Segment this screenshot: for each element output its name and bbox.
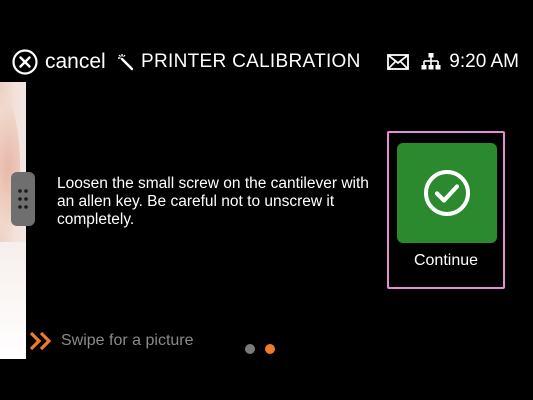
status-area: 9:20 AM: [387, 48, 519, 76]
mail-icon[interactable]: [387, 54, 410, 70]
magic-wand-icon: [117, 53, 135, 71]
continue-button[interactable]: Continue: [387, 131, 505, 289]
grip-dots-icon: [17, 187, 29, 211]
page-dot-1[interactable]: [245, 344, 255, 354]
page-indicator: [245, 343, 275, 355]
network-icon[interactable]: [421, 52, 441, 72]
page-title: PRINTER CALIBRATION: [141, 51, 361, 72]
check-circle-icon: [423, 169, 471, 217]
drag-handle[interactable]: [11, 172, 35, 226]
continue-label: Continue: [413, 252, 479, 269]
close-circle-icon: [12, 49, 38, 75]
instruction-text: Loosen the small screw on the cantilever…: [57, 175, 369, 228]
double-chevron-right-icon: [28, 330, 56, 352]
clock-time: 9:20 AM: [449, 51, 519, 72]
cancel-label: cancel: [45, 50, 106, 73]
swipe-hint[interactable]: Swipe for a picture: [28, 330, 194, 352]
picture-lower-area: [0, 242, 26, 359]
calibration-screen: cancel PRINTER CALIBRATION 9:20 AM Loose…: [0, 0, 533, 400]
cancel-button[interactable]: cancel: [12, 48, 106, 76]
header-bar: cancel PRINTER CALIBRATION 9:20 AM: [0, 40, 533, 82]
page-dot-2[interactable]: [265, 344, 275, 354]
continue-tile[interactable]: [397, 143, 497, 243]
swipe-label: Swipe for a picture: [61, 332, 194, 349]
title-group: PRINTER CALIBRATION: [117, 48, 361, 76]
